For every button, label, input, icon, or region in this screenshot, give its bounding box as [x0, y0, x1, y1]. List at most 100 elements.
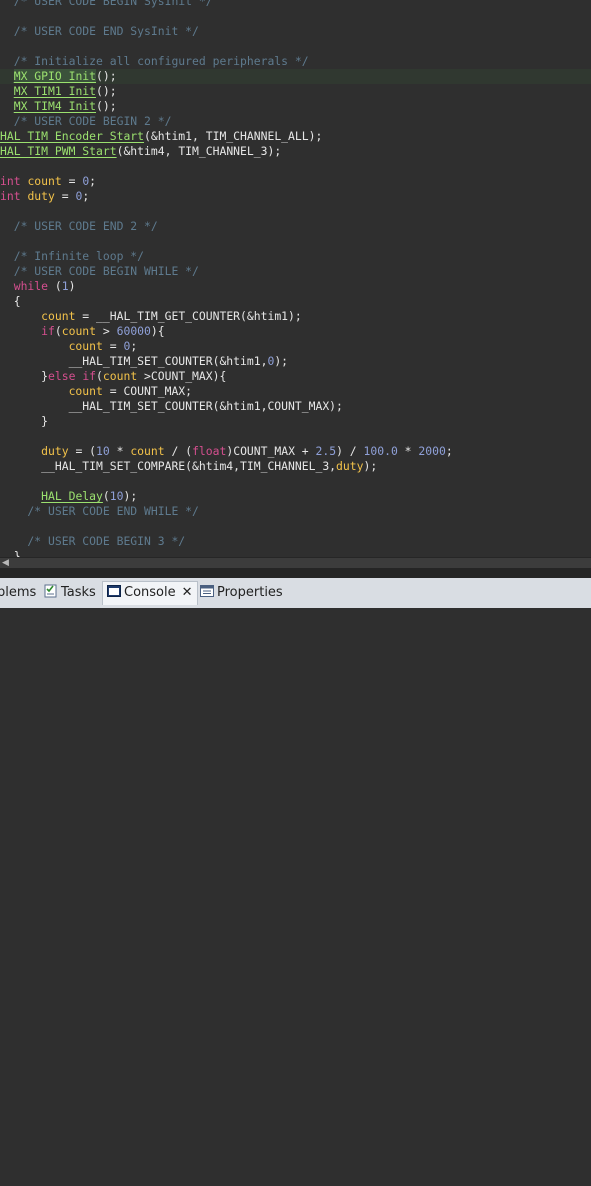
tab-problems[interactable]: blems [0, 582, 36, 604]
code-token: /* USER CODE BEGIN SysInit */ [0, 0, 213, 8]
code-line: __HAL_TIM_SET_COUNTER(&htim1,0); [0, 354, 288, 369]
tasks-icon [44, 584, 57, 598]
code-token: 2000 [418, 444, 446, 458]
tab-problems-label: blems [0, 585, 37, 600]
code-token: count [102, 369, 138, 383]
code-token: * [397, 444, 419, 458]
code-token: if [82, 369, 97, 383]
code-token: HAL_TIM_Encoder_Start [0, 129, 145, 143]
code-token: ( [48, 279, 62, 293]
code-token: } [0, 369, 49, 383]
tab-tasks-label: Tasks [61, 585, 96, 600]
code-token: } [0, 414, 49, 428]
code-line: /* USER CODE BEGIN 3 */ [0, 534, 185, 549]
code-line: int duty = 0; [0, 189, 89, 204]
code-token: 2.5 [315, 444, 337, 458]
code-token: /* USER CODE BEGIN 2 */ [0, 114, 172, 128]
code-editor[interactable]: /* USER CODE BEGIN SysInit */ /* USER CO… [0, 0, 591, 557]
tab-tasks[interactable]: Tasks [44, 582, 96, 604]
code-token: /* USER CODE END SysInit */ [0, 24, 199, 38]
code-line: HAL_TIM_PWM_Start(&htim4, TIM_CHANNEL_3)… [0, 144, 281, 159]
code-token: 1 [61, 279, 69, 293]
code-line: } [0, 414, 48, 429]
code-token: = COUNT_MAX; [102, 384, 193, 398]
code-token: duty [41, 444, 69, 458]
code-token: ); [123, 489, 138, 503]
code-token: / ( [164, 444, 193, 458]
code-line: __HAL_TIM_SET_COUNTER(&htim1,COUNT_MAX); [0, 399, 343, 414]
code-token: * [109, 444, 131, 458]
code-line: MX_TIM1_Init(); [0, 84, 117, 99]
code-token: /* USER CODE END WHILE */ [0, 504, 199, 518]
code-line: /* Initialize all configured peripherals… [0, 54, 309, 69]
code-token: else [48, 369, 76, 383]
code-token: 100.0 [363, 444, 398, 458]
code-token: /* Infinite loop */ [0, 249, 145, 263]
code-token: count [61, 324, 97, 338]
code-token: /* USER CODE END 2 */ [0, 219, 158, 233]
code-token: ); [363, 459, 378, 473]
console-icon [107, 585, 121, 597]
code-token: (); [96, 84, 117, 98]
code-token: ( [54, 324, 62, 338]
code-line: /* USER CODE END WHILE */ [0, 504, 199, 519]
code-token: /* USER CODE BEGIN 3 */ [0, 534, 186, 548]
code-token: __HAL_TIM_SET_COMPARE(&htim4,TIM_CHANNEL… [0, 459, 337, 473]
code-line: { [0, 294, 21, 309]
code-token: count [27, 174, 62, 188]
code-token: count [130, 444, 165, 458]
properties-icon [200, 585, 214, 597]
code-token: 60000 [116, 324, 151, 338]
code-token: (); [96, 99, 117, 113]
code-token: = [61, 174, 83, 188]
tab-properties-label: Properties [217, 585, 283, 600]
bottom-panel-tabbar: blems Tasks Console ✕ Properties [0, 578, 591, 1186]
tab-console[interactable]: Console ✕ [102, 581, 198, 605]
code-token: ; [89, 174, 97, 188]
code-line: __HAL_TIM_SET_COMPARE(&htim4,TIM_CHANNEL… [0, 459, 377, 474]
code-line: MX_GPIO_Init(); [0, 69, 117, 84]
code-token: ( [96, 369, 103, 383]
code-line: } [0, 549, 21, 557]
code-line: MX_TIM4_Init(); [0, 99, 117, 114]
code-token: count [68, 384, 103, 398]
code-line: duty = (10 * count / (float)COUNT_MAX + … [0, 444, 453, 459]
code-token: __HAL_TIM_SET_COUNTER(&htim1, [0, 354, 268, 368]
tab-console-label: Console [124, 585, 176, 600]
panel-content-edge [0, 1181, 591, 1186]
code-token: ); [274, 354, 289, 368]
code-token: ) / [336, 444, 364, 458]
code-token: (); [96, 69, 117, 83]
code-token: HAL_Delay [41, 489, 103, 503]
code-line: /* USER CODE BEGIN SysInit */ [0, 0, 213, 9]
code-line: }else if(count >COUNT_MAX){ [0, 369, 226, 384]
code-token: ; [82, 189, 90, 203]
code-token: MX_TIM4_Init [13, 99, 97, 113]
code-line: count = __HAL_TIM_GET_COUNTER(&htim1); [0, 309, 302, 324]
code-token: /* Initialize all configured peripherals… [0, 54, 309, 68]
code-token: = __HAL_TIM_GET_COUNTER(&htim1); [75, 309, 302, 323]
tab-properties[interactable]: Properties [200, 582, 283, 604]
code-token: ; [445, 444, 453, 458]
code-line: HAL_Delay(10); [0, 489, 137, 504]
close-icon[interactable]: ✕ [182, 585, 193, 600]
code-token: } [0, 549, 21, 557]
code-line: /* USER CODE END SysInit */ [0, 24, 199, 39]
code-token: float [192, 444, 227, 458]
code-token: int [0, 174, 21, 188]
code-token: 10 [109, 489, 124, 503]
code-token: (&htim1, TIM_CHANNEL_ALL); [144, 129, 323, 143]
code-token: int [0, 189, 21, 203]
code-token: 10 [96, 444, 110, 458]
panel-separator [0, 568, 591, 578]
code-line: HAL_TIM_Encoder_Start(&htim1, TIM_CHANNE… [0, 129, 322, 144]
code-token: while [13, 279, 49, 293]
